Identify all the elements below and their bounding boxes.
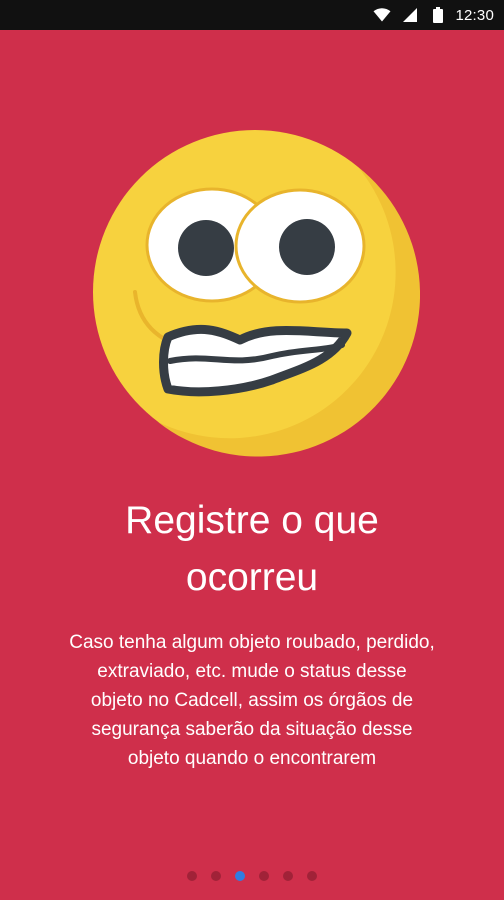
description-line: objeto no Cadcell, assim os órgãos de (90, 690, 414, 711)
cell-signal-icon (403, 8, 418, 22)
battery-icon (433, 7, 444, 23)
description-line: objeto quando o encontrarem (127, 748, 377, 769)
title-line-1: Registre o que (125, 499, 379, 542)
page-description: Caso tenha algum objeto roubado, perdido… (14, 628, 490, 773)
page-dot-1[interactable] (187, 871, 197, 881)
title-line-2: ocorreu (185, 556, 319, 599)
status-bar: 12:30 (0, 0, 504, 30)
onboarding-screen: 12:30 Registre o que ocorreu Caso tenha … (0, 0, 504, 900)
page-title: Registre o que ocorreu (20, 492, 484, 606)
grimacing-face-emoji (93, 130, 420, 457)
wifi-icon (373, 8, 391, 22)
page-indicator (0, 870, 504, 882)
description-line: extraviado, etc. mude o status desse (97, 661, 407, 682)
page-dot-2[interactable] (211, 871, 221, 881)
status-time: 12:30 (455, 6, 494, 24)
page-dot-5[interactable] (283, 871, 293, 881)
page-dot-3-active[interactable] (235, 871, 245, 881)
description-line: Caso tenha algum objeto roubado, perdido… (69, 632, 435, 653)
page-dot-4[interactable] (259, 871, 269, 881)
page-dot-6[interactable] (307, 871, 317, 881)
status-icons: 12:30 (373, 0, 494, 30)
description-line: segurança saberão da situação desse (91, 719, 413, 740)
